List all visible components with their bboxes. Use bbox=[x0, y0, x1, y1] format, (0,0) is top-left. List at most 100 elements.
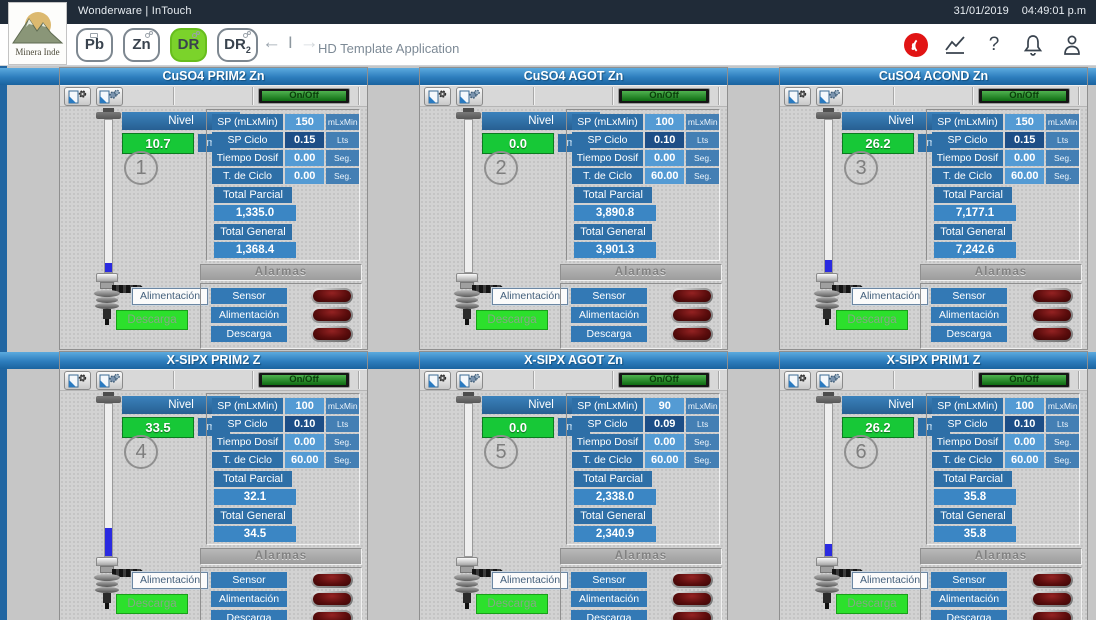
param-value[interactable]: 60.00 bbox=[1005, 168, 1044, 184]
notifications-icon[interactable] bbox=[1021, 33, 1045, 57]
discharge-button[interactable]: Descarga bbox=[116, 594, 188, 614]
nav-button-label: DR bbox=[178, 36, 200, 53]
param-value[interactable]: 0.10 bbox=[645, 132, 684, 148]
param-value[interactable]: 0.10 bbox=[1005, 416, 1044, 432]
param-value[interactable]: 60.00 bbox=[1005, 452, 1044, 468]
user-icon[interactable] bbox=[1060, 33, 1084, 57]
param-row: SP Ciclo 0.15 Lts bbox=[212, 132, 359, 148]
nav-button[interactable]: DR bbox=[170, 28, 207, 62]
onoff-button[interactable]: On/Off bbox=[618, 372, 710, 388]
alarm-indicator bbox=[311, 307, 353, 323]
nav-button[interactable]: Pb bbox=[76, 28, 113, 62]
nivel-value: 10.7 bbox=[122, 133, 194, 154]
navigation-bar: Pb Zn DR DR2 ← I → HD Template Applicati… bbox=[0, 24, 1096, 66]
discharge-button[interactable]: Descarga bbox=[836, 594, 908, 614]
toolbar-separator bbox=[1078, 87, 1080, 105]
discharge-button[interactable]: Descarga bbox=[116, 310, 188, 330]
param-label: Tiempo Dosif bbox=[572, 150, 643, 166]
batch-settings-button[interactable] bbox=[456, 87, 483, 106]
onoff-button[interactable]: On/Off bbox=[978, 372, 1070, 388]
forward-arrow[interactable]: → bbox=[300, 32, 319, 54]
recipe-settings-button[interactable] bbox=[784, 371, 811, 390]
param-value[interactable]: 0.15 bbox=[1005, 132, 1044, 148]
param-unit: Seg. bbox=[686, 150, 719, 166]
param-value[interactable]: 0.00 bbox=[645, 150, 684, 166]
window-titlebar: Wonderware | InTouch 31/01/2019 04:49:01… bbox=[0, 0, 1096, 24]
discharge-button[interactable]: Descarga bbox=[836, 310, 908, 330]
alarm-row: Sensor bbox=[571, 288, 713, 304]
help-icon[interactable]: ? bbox=[982, 33, 1006, 57]
onoff-label: On/Off bbox=[622, 91, 706, 101]
total-general-label: Total General bbox=[934, 508, 1012, 524]
level-fill bbox=[105, 528, 112, 556]
discharge-button[interactable]: Descarga bbox=[476, 594, 548, 614]
param-value[interactable]: 0.00 bbox=[645, 434, 684, 450]
burette-cap-bar bbox=[96, 396, 121, 403]
param-unit: Seg. bbox=[686, 434, 719, 450]
total-parcial-value: 35.8 bbox=[934, 489, 1016, 505]
batch-settings-button[interactable] bbox=[96, 371, 123, 390]
param-value[interactable]: 0.00 bbox=[1005, 434, 1044, 450]
parameters-box: SP (mLxMin) 100 mLxMin SP Ciclo 0.10 Lts… bbox=[206, 393, 360, 545]
burette-cap-bar bbox=[456, 112, 481, 119]
total-parcial-label: Total Parcial bbox=[934, 187, 1012, 203]
param-value[interactable]: 0.00 bbox=[285, 168, 324, 184]
param-value[interactable]: 90 bbox=[645, 398, 684, 414]
param-label: SP (mLxMin) bbox=[932, 114, 1003, 130]
param-value[interactable]: 100 bbox=[645, 114, 684, 130]
param-value[interactable]: 60.00 bbox=[645, 452, 684, 468]
param-value[interactable]: 100 bbox=[285, 398, 324, 414]
nivel-value: 33.5 bbox=[122, 417, 194, 438]
document-gears-icon bbox=[817, 373, 841, 389]
onoff-button[interactable]: On/Off bbox=[618, 88, 710, 104]
total-general-label: Total General bbox=[214, 508, 292, 524]
param-value[interactable]: 0.10 bbox=[285, 416, 324, 432]
recipe-settings-button[interactable] bbox=[784, 87, 811, 106]
onoff-button[interactable]: On/Off bbox=[258, 372, 350, 388]
batch-settings-button[interactable] bbox=[96, 87, 123, 106]
alarm-row: Sensor bbox=[211, 572, 353, 588]
panel-title: X-SIPX PRIM2 Z bbox=[60, 352, 367, 369]
document-gear-icon bbox=[65, 373, 89, 389]
batch-settings-button[interactable] bbox=[816, 87, 843, 106]
param-value[interactable]: 150 bbox=[1005, 114, 1044, 130]
back-arrow[interactable]: ← bbox=[262, 32, 281, 54]
onoff-label: On/Off bbox=[622, 375, 706, 385]
recipe-settings-button[interactable] bbox=[424, 371, 451, 390]
param-unit: Seg. bbox=[1046, 452, 1079, 468]
param-value[interactable]: 0.15 bbox=[285, 132, 324, 148]
param-value[interactable]: 60.00 bbox=[285, 452, 324, 468]
alarm-row: Descarga bbox=[211, 326, 353, 342]
alarm-row: Sensor bbox=[571, 572, 713, 588]
param-value[interactable]: 0.00 bbox=[285, 150, 324, 166]
recipe-settings-button[interactable] bbox=[64, 371, 91, 390]
alarm-label: Alimentación bbox=[571, 307, 647, 323]
batch-settings-button[interactable] bbox=[816, 371, 843, 390]
recipe-settings-button[interactable] bbox=[424, 87, 451, 106]
connection-alarm-icon[interactable] bbox=[904, 33, 928, 57]
param-row: SP Ciclo 0.10 Lts bbox=[212, 416, 359, 432]
param-value[interactable]: 150 bbox=[285, 114, 324, 130]
param-row: SP (mLxMin) 100 mLxMin bbox=[212, 398, 359, 414]
param-value[interactable]: 0.00 bbox=[285, 434, 324, 450]
batch-settings-button[interactable] bbox=[456, 371, 483, 390]
nav-button[interactable]: Zn bbox=[123, 28, 160, 62]
onoff-button[interactable]: On/Off bbox=[258, 88, 350, 104]
recipe-settings-button[interactable] bbox=[64, 87, 91, 106]
nav-button[interactable]: DR2 bbox=[217, 28, 258, 62]
toolbar-separator bbox=[358, 87, 360, 105]
alarm-indicator bbox=[1031, 288, 1073, 304]
param-value[interactable]: 60.00 bbox=[645, 168, 684, 184]
panel-number-badge: 2 bbox=[484, 151, 518, 185]
total-parcial-value: 7,177.1 bbox=[934, 205, 1016, 221]
onoff-button[interactable]: On/Off bbox=[978, 88, 1070, 104]
company-logo: Minera Inde bbox=[8, 2, 67, 65]
trend-icon[interactable] bbox=[943, 33, 967, 57]
param-value[interactable]: 0.00 bbox=[1005, 150, 1044, 166]
param-value[interactable]: 0.09 bbox=[645, 416, 684, 432]
nav-button-label: Zn bbox=[132, 36, 150, 53]
param-value[interactable]: 100 bbox=[1005, 398, 1044, 414]
total-parcial-label: Total Parcial bbox=[574, 187, 652, 203]
discharge-button[interactable]: Descarga bbox=[476, 310, 548, 330]
panel-number-badge: 4 bbox=[124, 435, 158, 469]
